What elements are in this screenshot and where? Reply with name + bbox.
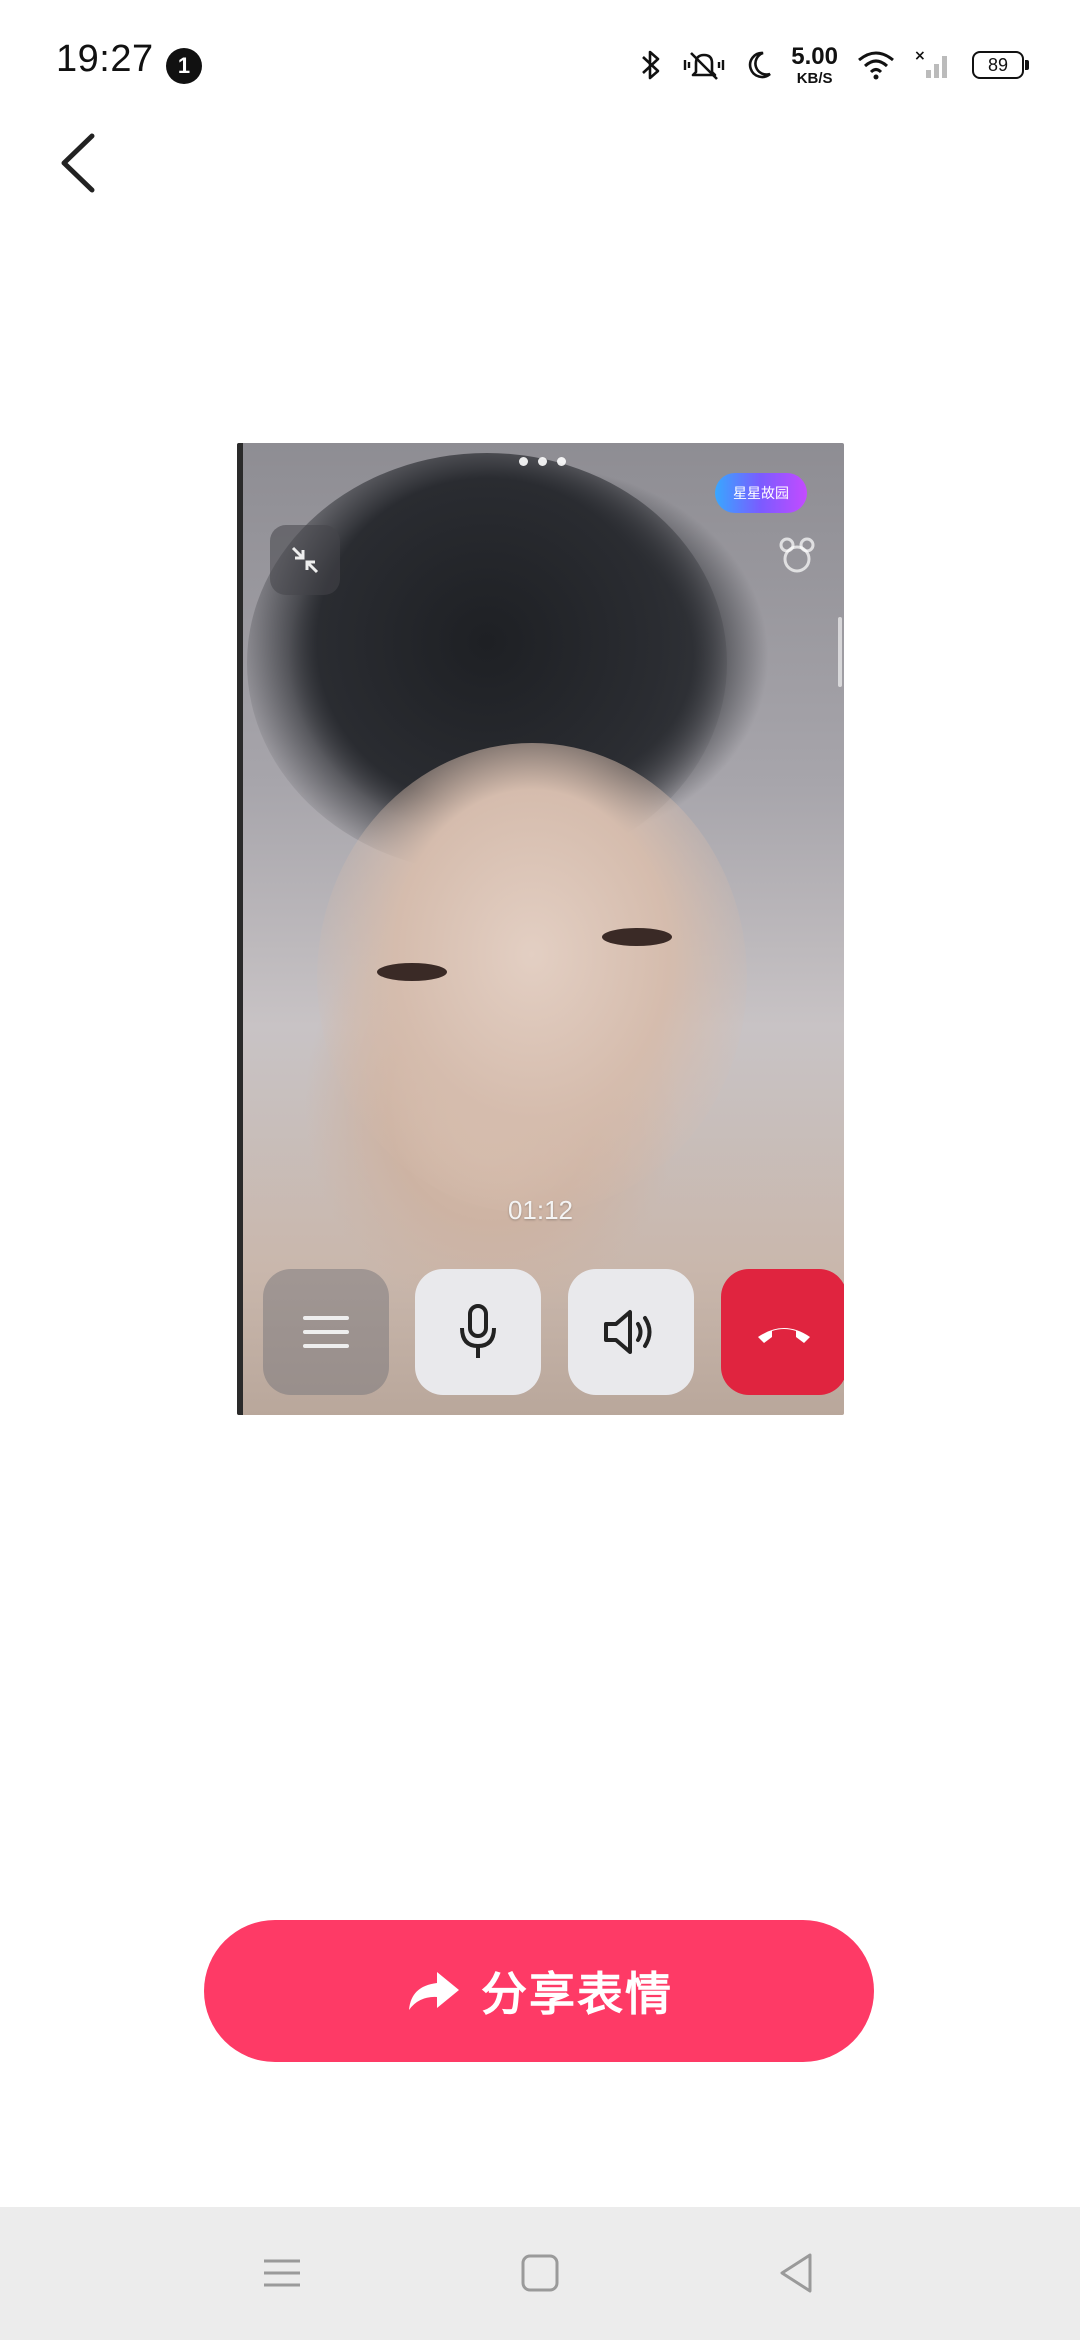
system-navigation-bar: [0, 2207, 1080, 2340]
bluetooth-icon: [642, 50, 660, 80]
status-time: 19:27: [56, 38, 154, 80]
nav-back-button[interactable]: [766, 2243, 826, 2303]
home-square-icon: [521, 2254, 559, 2292]
status-bar: 19:27 1 5.00 KB/S × 89: [0, 0, 1080, 130]
call-menu-button: [263, 1269, 389, 1395]
dot: [557, 457, 566, 466]
recents-menu-icon: [264, 2259, 300, 2287]
speaker-icon: [604, 1310, 652, 1354]
phone-hangup-icon: [758, 1328, 810, 1343]
network-speed: 5.00 KB/S: [791, 42, 838, 87]
chevron-left-icon: [61, 133, 95, 193]
frame-edge: [237, 443, 243, 1415]
video-call-preview-image: 星星故园 01:12: [237, 443, 844, 1415]
do-not-disturb-moon-icon: [749, 51, 772, 79]
collapse-arrows-icon: [291, 546, 319, 574]
person-eye-left: [377, 963, 447, 981]
hang-up-button: [721, 1269, 844, 1395]
dot: [538, 457, 547, 466]
svg-text:×: ×: [914, 48, 926, 64]
call-timer: 01:12: [507, 1195, 574, 1225]
microphone-icon: [460, 1304, 496, 1358]
share-emoji-button[interactable]: 分享表情: [204, 1920, 874, 2062]
nav-recents-button[interactable]: [252, 2243, 312, 2303]
nav-home-button[interactable]: [510, 2243, 570, 2303]
notification-badge: 1: [166, 48, 202, 84]
vibrate-mute-icon: [684, 52, 725, 80]
person-eye-right: [602, 928, 672, 946]
feature-pill: 星星故园: [715, 473, 807, 513]
speaker-button: [568, 1269, 694, 1395]
status-icons: 5.00 KB/S × 89: [639, 40, 1029, 90]
cellular-no-signal-icon: ×: [914, 48, 947, 78]
wifi-icon: [858, 51, 894, 80]
menu-icon: [303, 1316, 349, 1348]
microphone-button: [415, 1269, 541, 1395]
network-speed-value: 5.00: [791, 42, 838, 70]
bear-face-icon: [779, 537, 815, 573]
side-scrollbar: [838, 617, 842, 687]
page: 19:27 1 5.00 KB/S × 89 星星故园 01:12 分享表情: [0, 0, 1080, 2340]
back-button[interactable]: [52, 128, 112, 198]
dot: [519, 457, 528, 466]
network-speed-unit: KB/S: [796, 69, 833, 87]
share-arrow-icon: [409, 1972, 459, 2010]
person-face: [317, 743, 747, 1213]
camera-dots-indicator: [519, 457, 566, 466]
share-button-label: 分享表情: [481, 1967, 673, 2021]
back-triangle-icon: [780, 2253, 812, 2293]
battery-indicator: 89: [972, 51, 1029, 79]
minimize-call-button: [270, 525, 340, 595]
